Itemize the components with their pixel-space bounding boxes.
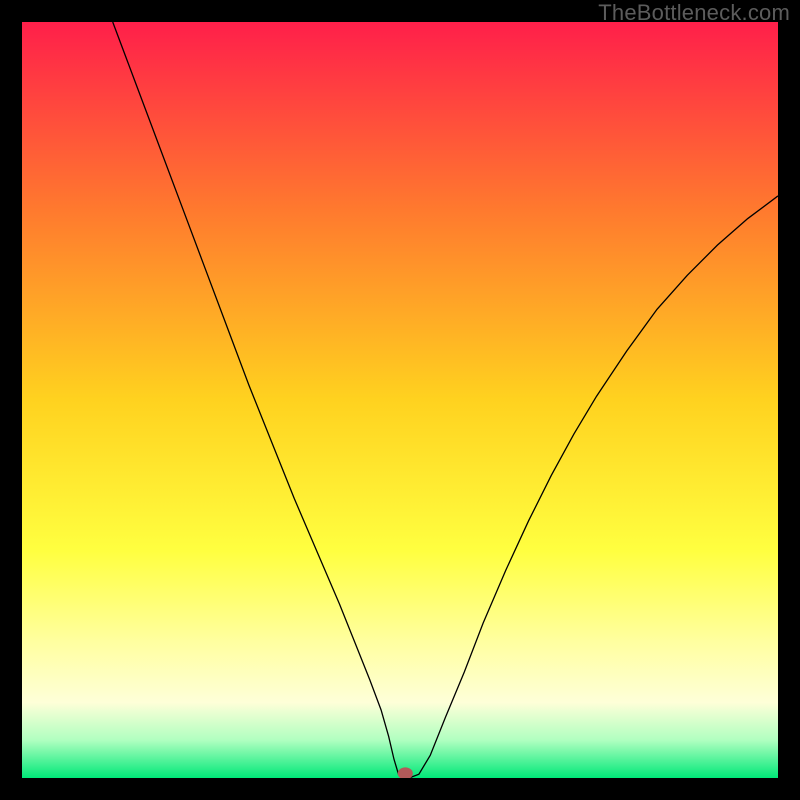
chart-background [22,22,778,778]
watermark-text: TheBottleneck.com [598,0,790,26]
chart-frame: TheBottleneck.com [0,0,800,800]
bottleneck-chart [22,22,778,778]
